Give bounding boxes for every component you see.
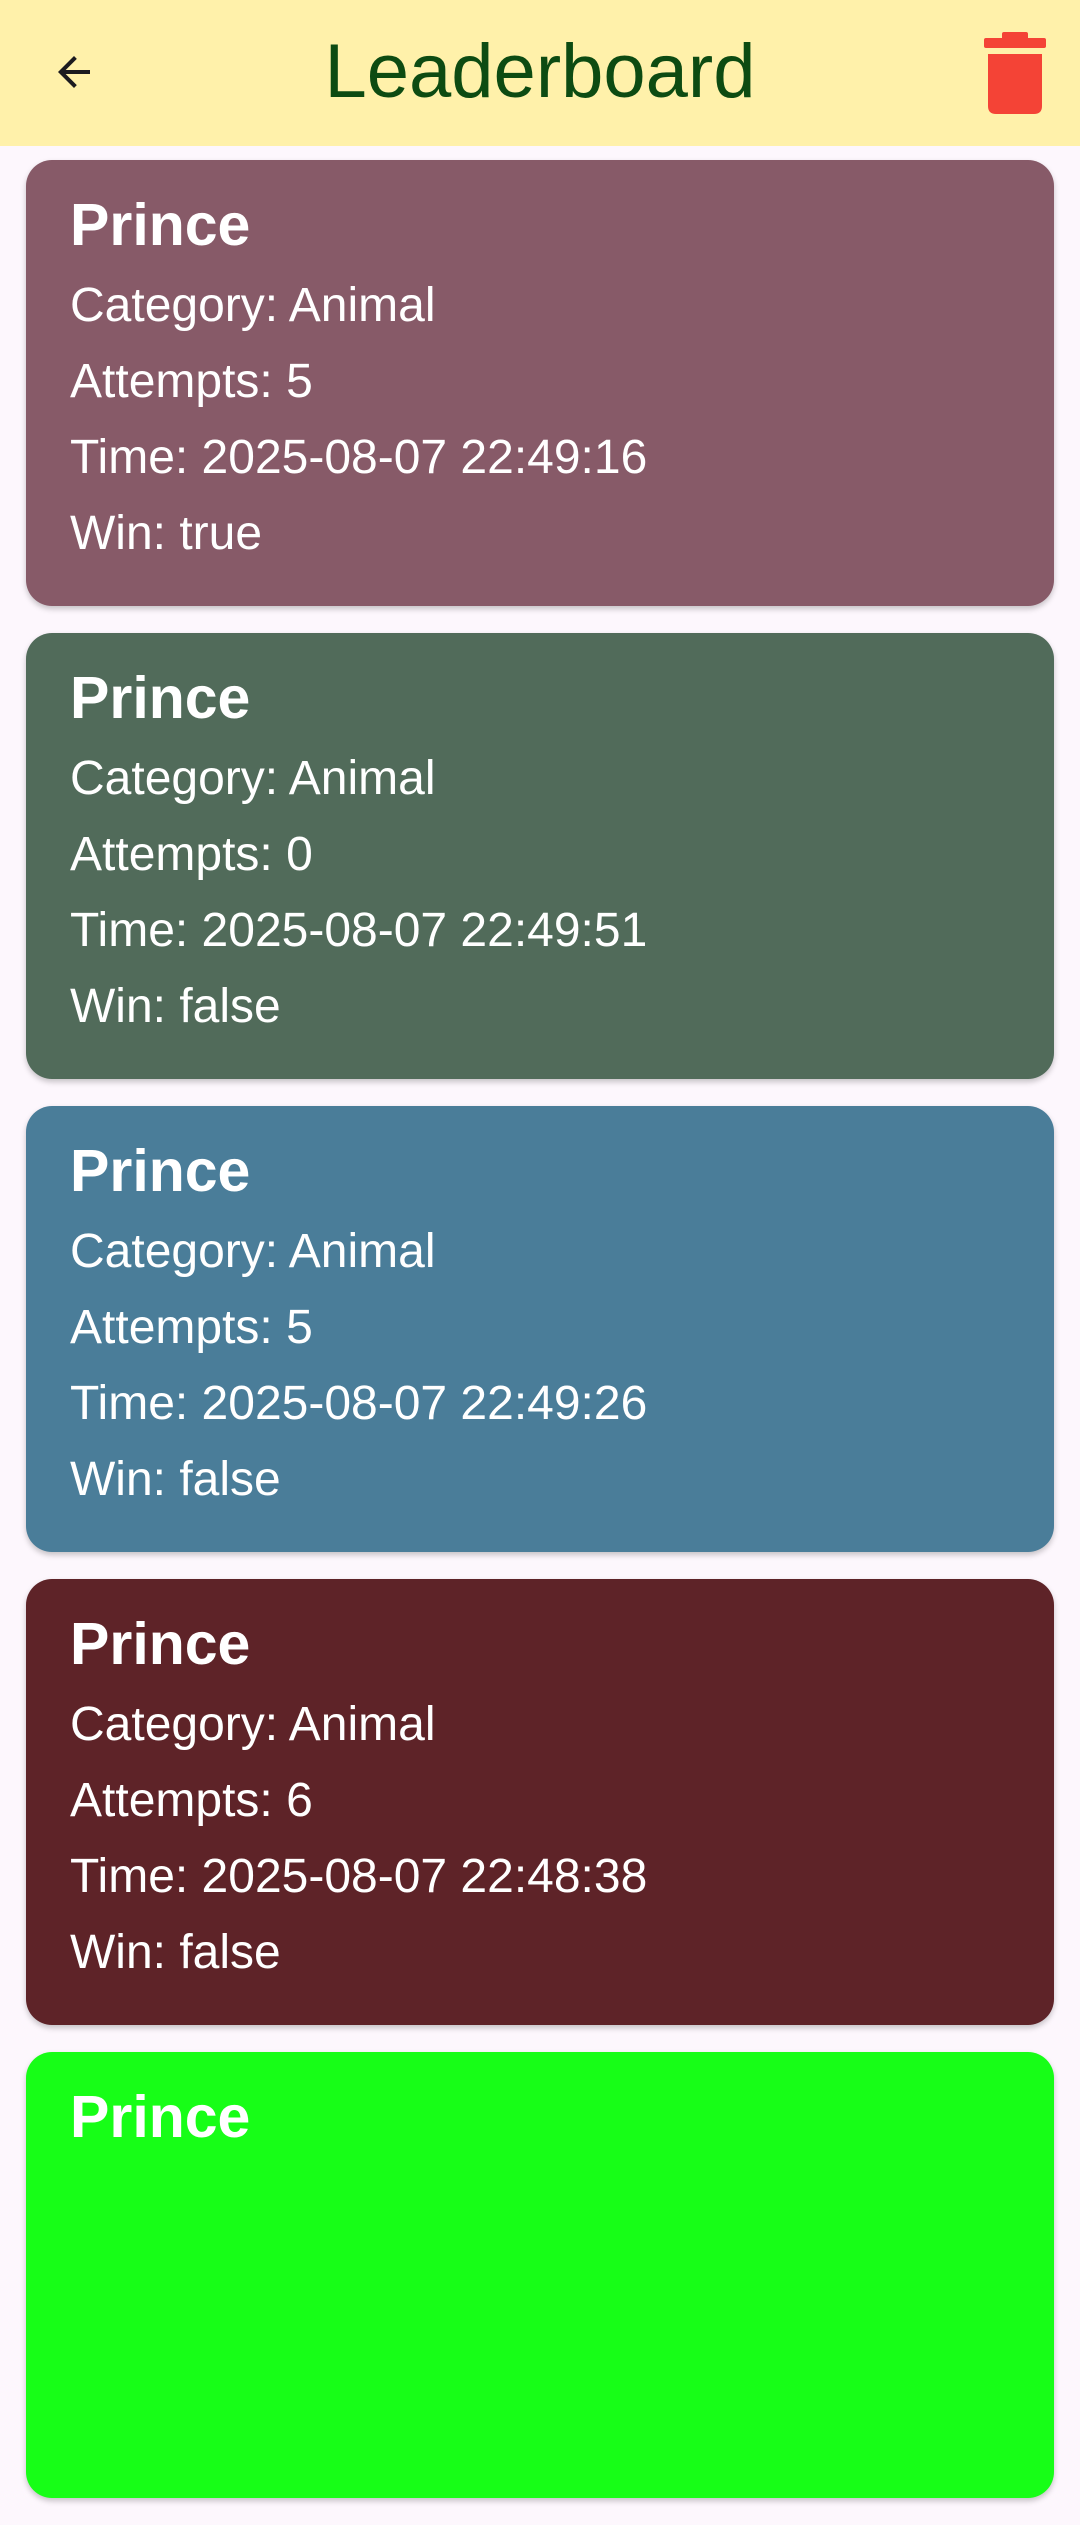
category-text: Category: Animal	[70, 752, 436, 805]
win-text: Win: false	[70, 1453, 281, 1506]
leaderboard-card[interactable]: Prince Category: Animal Attempts: 5 Time…	[26, 1106, 1054, 1552]
attempts-text: Attempts: 5	[70, 355, 313, 408]
category-text: Category: Animal	[70, 1225, 436, 1278]
win-text: Win: true	[70, 507, 263, 560]
leaderboard-card[interactable]: Prince	[26, 2052, 1054, 2498]
leaderboard-list[interactable]: Prince Category: Animal Attempts: 5 Time…	[26, 160, 1054, 2525]
attempts-text: Attempts: 6	[70, 1774, 313, 1827]
win-text: Win: false	[70, 980, 281, 1033]
player-name: Prince	[70, 2084, 251, 2150]
player-name: Prince	[70, 192, 251, 258]
leaderboard-card[interactable]: Prince Category: Animal Attempts: 5 Time…	[26, 160, 1054, 606]
category-text: Category: Animal	[70, 1698, 436, 1751]
category-text: Category: Animal	[70, 279, 436, 332]
time-text: Time: 2025-08-07 22:49:26	[70, 1377, 648, 1430]
trash-icon	[984, 32, 1046, 114]
time-text: Time: 2025-08-07 22:48:38	[70, 1850, 648, 1903]
win-text: Win: false	[70, 1926, 281, 1979]
leaderboard-card[interactable]: Prince Category: Animal Attempts: 6 Time…	[26, 1579, 1054, 2025]
player-name: Prince	[70, 665, 251, 731]
attempts-text: Attempts: 5	[70, 1301, 313, 1354]
page-title: Leaderboard	[324, 29, 756, 114]
delete-button[interactable]	[970, 28, 1060, 118]
attempts-text: Attempts: 0	[70, 828, 313, 881]
player-name: Prince	[70, 1611, 251, 1677]
time-text: Time: 2025-08-07 22:49:16	[70, 431, 648, 484]
time-text: Time: 2025-08-07 22:49:51	[70, 904, 648, 957]
leaderboard-card[interactable]: Prince Category: Animal Attempts: 0 Time…	[26, 633, 1054, 1079]
player-name: Prince	[70, 1138, 251, 1204]
app-bar: Leaderboard	[0, 0, 1080, 146]
